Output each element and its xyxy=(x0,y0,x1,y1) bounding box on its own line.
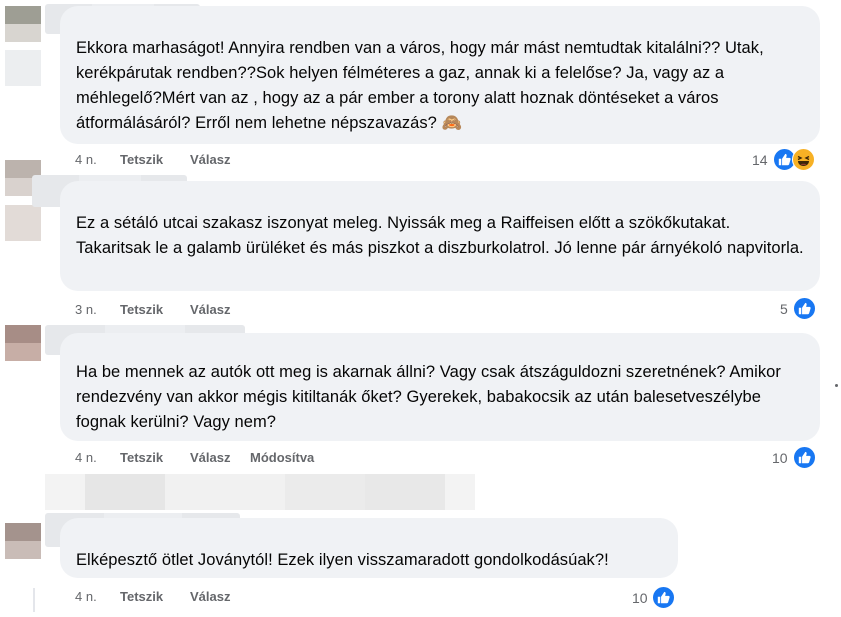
reply-button[interactable]: Válasz xyxy=(190,587,230,607)
comment-time[interactable]: 4 n. xyxy=(75,150,97,170)
reaction-count: 10 xyxy=(772,450,788,466)
comment-bubble: Ekkora marhaságot! Annyira rendben van a… xyxy=(60,6,820,144)
comment-text: Ez a sétáló utcai szakasz iszonyat meleg… xyxy=(76,214,804,257)
reaction-summary[interactable]: 14 xyxy=(740,148,840,172)
more-options-dot[interactable] xyxy=(835,384,838,387)
comment-time[interactable]: 4 n. xyxy=(75,448,97,468)
reaction-summary[interactable]: 10 xyxy=(760,446,840,470)
redacted-strip xyxy=(45,474,475,510)
comment-text: Ha be mennek az autók ott meg is akarnak… xyxy=(76,363,781,431)
like-icon xyxy=(652,586,675,609)
comment-text: Elképesztő ötlet Joványtól! Ezek ilyen v… xyxy=(76,551,609,569)
reaction-count: 10 xyxy=(632,590,648,606)
like-button[interactable]: Tetszik xyxy=(120,448,163,468)
like-button[interactable]: Tetszik xyxy=(120,150,163,170)
like-button[interactable]: Tetszik xyxy=(120,300,163,320)
reaction-summary[interactable]: 10 xyxy=(620,586,700,610)
avatar-placeholder xyxy=(5,205,41,241)
avatar[interactable] xyxy=(5,523,41,559)
avatar-placeholder xyxy=(5,50,41,86)
comment-bubble: Ha be mennek az autók ott meg is akarnak… xyxy=(60,333,820,441)
comment-time[interactable]: 4 n. xyxy=(75,587,97,607)
avatar[interactable] xyxy=(5,6,41,42)
like-icon xyxy=(793,297,816,320)
comment-time[interactable]: 3 n. xyxy=(75,300,97,320)
reaction-summary[interactable]: 5 xyxy=(760,297,840,321)
comment-bubble: Elképesztő ötlet Joványtól! Ezek ilyen v… xyxy=(60,518,678,578)
reply-button[interactable]: Válasz xyxy=(190,300,230,320)
like-button[interactable]: Tetszik xyxy=(120,587,163,607)
reply-button[interactable]: Válasz xyxy=(190,448,230,468)
avatar[interactable] xyxy=(5,325,41,361)
haha-icon xyxy=(792,148,815,171)
reaction-count: 14 xyxy=(752,152,768,168)
comment-text: Ekkora marhaságot! Annyira rendben van a… xyxy=(76,39,764,132)
reaction-count: 5 xyxy=(780,301,788,317)
like-icon xyxy=(793,446,816,469)
comment-bubble: Ez a sétáló utcai szakasz iszonyat meleg… xyxy=(60,181,820,291)
thread-line xyxy=(33,588,35,612)
edited-label[interactable]: Módosítva xyxy=(250,448,314,468)
reply-button[interactable]: Válasz xyxy=(190,150,230,170)
